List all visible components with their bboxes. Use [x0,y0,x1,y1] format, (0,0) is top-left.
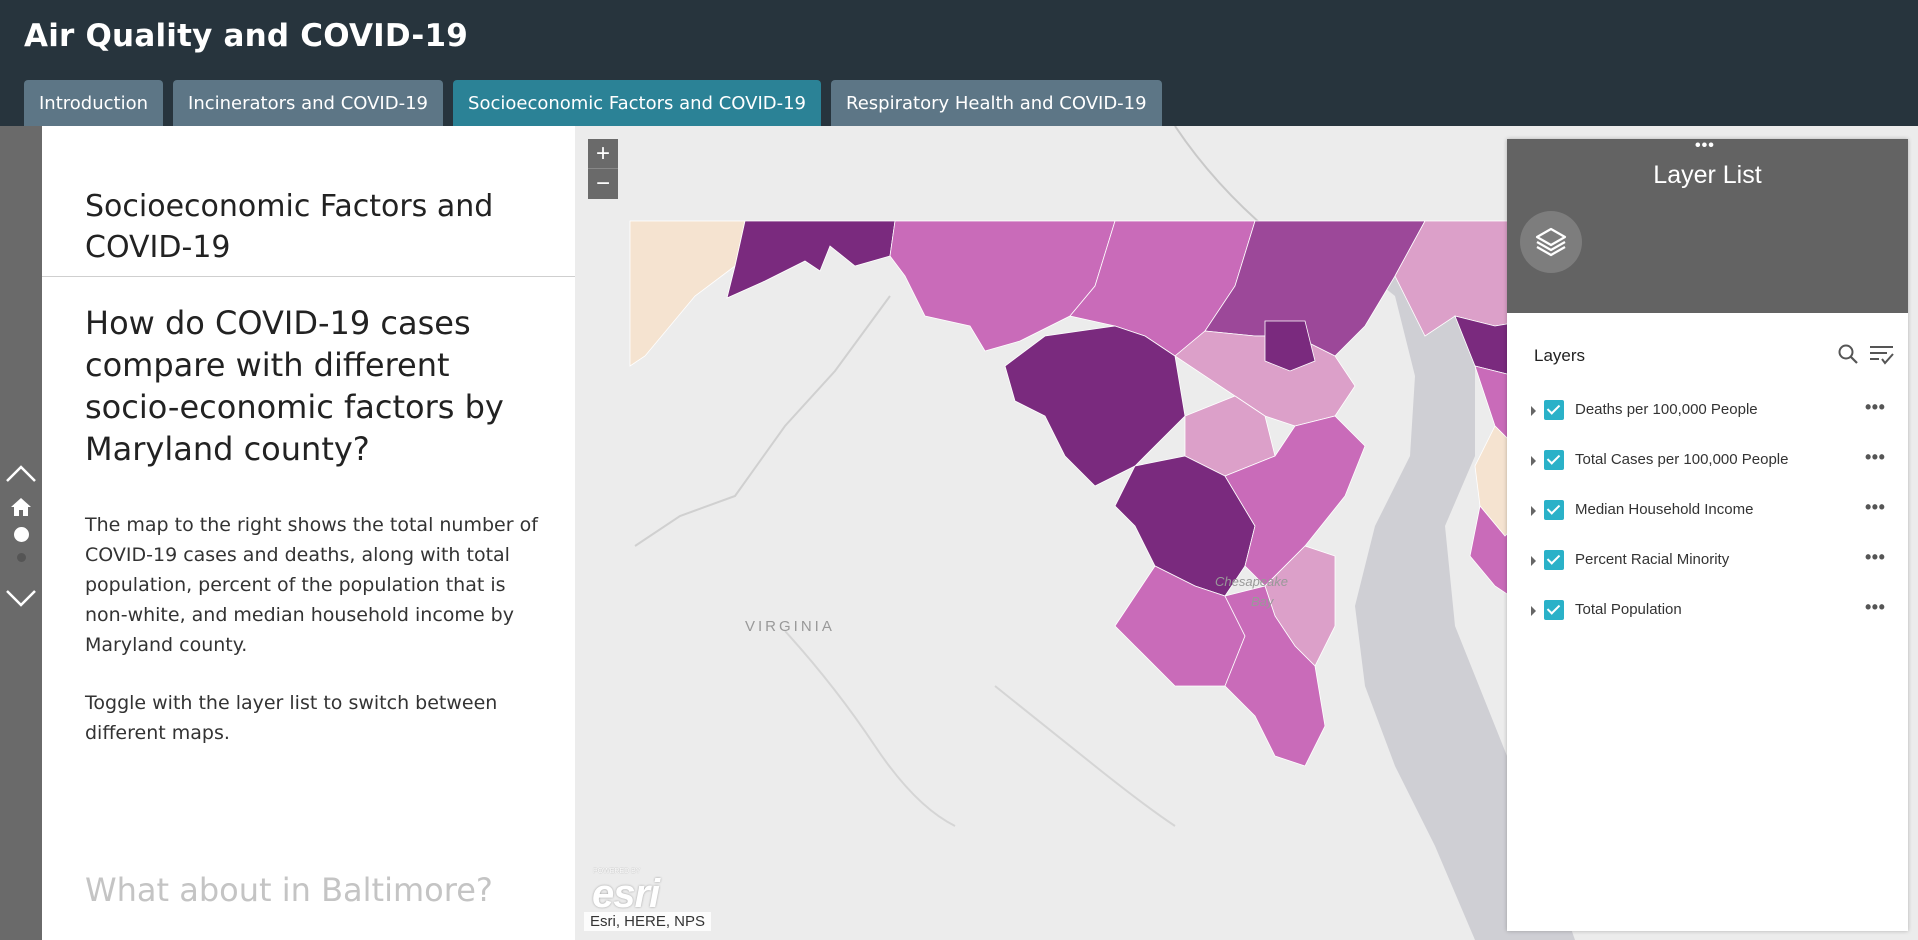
expand-arrow-icon[interactable] [1531,556,1536,566]
section-title: Socioeconomic Factors and COVID-19 [85,189,494,265]
expand-arrow-icon[interactable] [1531,406,1536,416]
layer-item: Total Cases per 100,000 People ••• [1507,444,1908,484]
layer-visibility-checkbox[interactable] [1544,400,1564,420]
map-attribution[interactable]: Esri, HERE, NPS [584,912,712,931]
search-icon[interactable] [1837,343,1859,370]
tab-introduction[interactable]: Introduction [24,80,164,126]
section-dot[interactable] [0,550,42,564]
expand-arrow-icon[interactable] [1531,606,1536,616]
layer-item: Total Population ••• [1507,594,1908,634]
layer-name[interactable]: Deaths per 100,000 People [1575,401,1758,418]
county-allegany[interactable] [726,220,896,299]
layer-visibility-checkbox[interactable] [1544,550,1564,570]
zoom-in-button[interactable]: + [588,139,618,169]
layer-visibility-checkbox[interactable] [1544,450,1564,470]
layer-options-icon[interactable]: ••• [1865,497,1885,518]
layer-options-icon[interactable]: ••• [1865,447,1885,468]
app-title: Air Quality and COVID-19 [24,18,468,54]
layers-heading: Layers [1534,346,1586,365]
map-label-virginia: VIRGINIA [745,618,835,635]
zoom-out-button[interactable]: − [588,169,618,199]
divider [42,276,575,277]
widget-header: ••• Layer List [1507,137,1908,313]
side-navigation [0,126,42,940]
road-line [994,685,1176,827]
tab-socioeconomic[interactable]: Socioeconomic Factors and COVID-19 [453,80,822,126]
layer-list-widget: ••• Layer List Layers Deaths per 100,000… [1507,137,1908,931]
next-section-heading: What about in Baltimore? [85,871,493,909]
layer-name[interactable]: Median Household Income [1575,501,1753,518]
chevron-up-icon[interactable] [0,460,42,486]
expand-arrow-icon[interactable] [1531,506,1536,516]
section-dot-active[interactable] [0,524,42,544]
widget-drag-handle[interactable]: ••• [1695,137,1715,155]
widget-title: Layer List [1653,161,1762,189]
layer-options-icon[interactable]: ••• [1865,597,1885,618]
layer-name[interactable]: Total Population [1575,601,1682,618]
esri-logo[interactable]: esri [592,872,660,917]
filter-list-icon[interactable] [1869,344,1895,371]
layer-options-icon[interactable]: ••• [1865,547,1885,568]
layer-name[interactable]: Percent Racial Minority [1575,551,1729,568]
layer-item: Median Household Income ••• [1507,494,1908,534]
tab-incinerators[interactable]: Incinerators and COVID-19 [173,80,444,126]
map-label-bay: Bay [1251,594,1275,609]
layer-name[interactable]: Total Cases per 100,000 People [1575,451,1788,468]
question-heading: How do COVID-19 cases compare with diffe… [85,304,504,468]
app-header: Air Quality and COVID-19 Introduction In… [0,0,1918,126]
layer-visibility-checkbox[interactable] [1544,600,1564,620]
map-label-chesapeake: Chesapeake [1215,574,1288,589]
road-line [784,630,956,827]
description-paragraph: The map to the right shows the total num… [85,514,538,656]
layer-item: Percent Racial Minority ••• [1507,544,1908,584]
layer-visibility-checkbox[interactable] [1544,500,1564,520]
story-tabs: Introduction Incinerators and COVID-19 S… [24,80,1162,126]
layer-options-icon[interactable]: ••• [1865,397,1885,418]
home-icon[interactable] [0,496,42,518]
tab-respiratory[interactable]: Respiratory Health and COVID-19 [831,80,1162,126]
chevron-down-icon[interactable] [0,586,42,612]
state-boundary-line [634,295,891,547]
story-panel: Socioeconomic Factors and COVID-19 How d… [42,126,575,940]
layers-icon[interactable] [1520,211,1582,273]
layer-item: Deaths per 100,000 People ••• [1507,394,1908,434]
expand-arrow-icon[interactable] [1531,456,1536,466]
instruction-paragraph: Toggle with the layer list to switch bet… [85,692,498,744]
